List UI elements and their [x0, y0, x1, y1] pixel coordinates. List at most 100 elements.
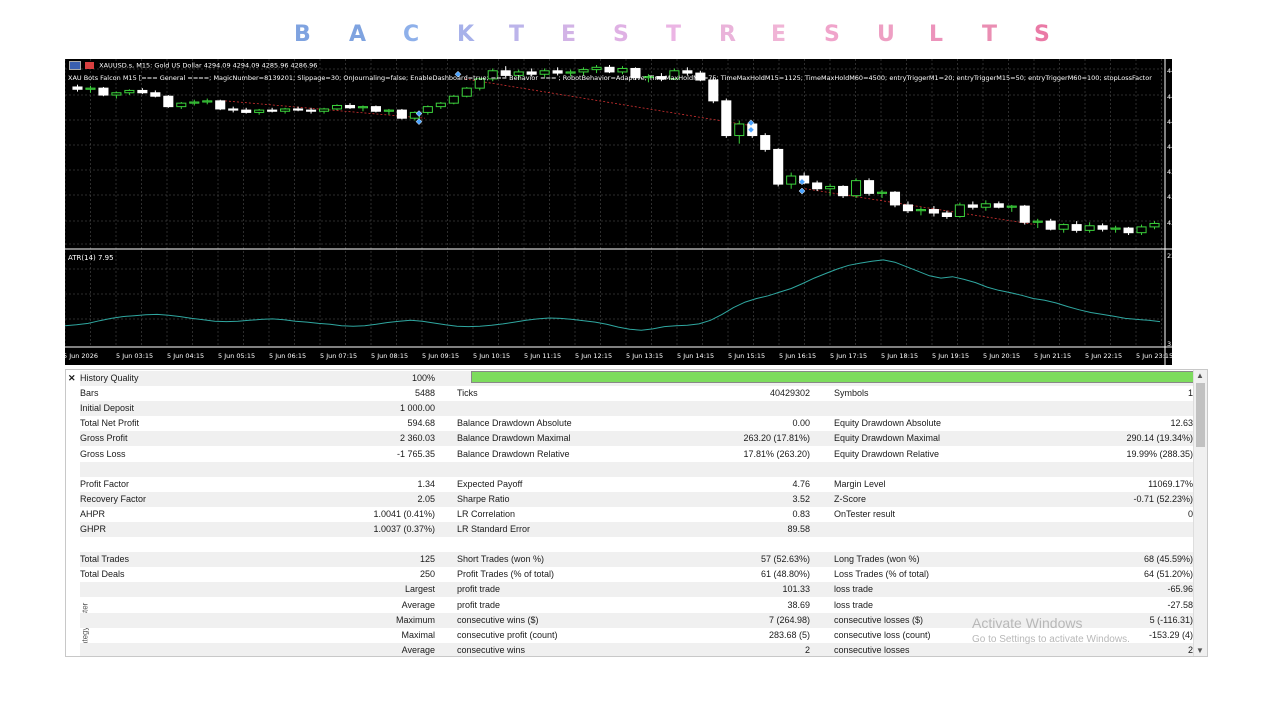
banner-letter: T	[509, 22, 525, 47]
metric-value: 2 360.03	[399, 433, 435, 444]
metric-label: profit trade	[457, 599, 501, 610]
candle-body	[902, 204, 914, 212]
close-icon[interactable]: ✕	[68, 373, 76, 384]
price-chart[interactable]: XAUUSD.s, M15: Gold US Dollar 4294.09 42…	[65, 59, 1172, 365]
banner-letter: S	[824, 22, 840, 47]
candle-body	[1006, 205, 1017, 208]
candle-body	[967, 204, 978, 208]
metric-label: Balance Drawdown Maximal	[457, 433, 571, 444]
candle-body	[786, 175, 797, 185]
price-tick-label: 4448.00	[1167, 93, 1172, 101]
metric-value: Average	[401, 599, 435, 610]
metric-label: profit trade	[457, 584, 501, 595]
candle-body	[1149, 222, 1160, 228]
candle-body	[306, 109, 317, 112]
metric-value: 1.0041 (0.41%)	[373, 508, 435, 519]
activate-windows-watermark: Activate Windows Go to Settings to activ…	[972, 615, 1130, 645]
candle-body	[591, 66, 602, 71]
metric-value: 283.68 (5)	[768, 629, 810, 640]
scroll-up-icon[interactable]: ▲	[1196, 371, 1204, 380]
candle-body	[825, 185, 836, 190]
metric-label: consecutive losses ($)	[834, 614, 924, 625]
candle-body	[682, 70, 693, 74]
chart-title: XAUUSD.s, M15: Gold US Dollar 4294.09 42…	[69, 61, 317, 70]
candle-body	[1084, 225, 1095, 231]
metric-label: Equity Drawdown Absolute	[834, 418, 942, 429]
metric-label: OnTester result	[834, 508, 896, 519]
time-tick-label: 5 Jun 05:15	[218, 352, 256, 360]
activate-windows-title: Activate Windows	[972, 615, 1083, 631]
candle-body	[98, 87, 109, 96]
price-tick-label: 4424.55	[1167, 118, 1172, 126]
metric-label: Short Trades (won %)	[457, 554, 545, 565]
candle-body	[928, 209, 939, 214]
scroll-down-icon[interactable]: ▼	[1196, 646, 1204, 655]
report-row	[80, 461, 1194, 477]
time-tick-label: 5 Jun 12:15	[575, 352, 613, 360]
banner-letter: E	[561, 22, 577, 47]
metric-label: Long Trades (won %)	[834, 554, 920, 565]
candle-body	[708, 79, 719, 102]
metric-label: loss trade	[834, 584, 874, 595]
metric-value: 2	[1187, 644, 1193, 655]
time-tick-label: 5 Jun 18:15	[881, 352, 919, 360]
backtest-report-panel: ✕ Strategy Tester History Quality 100% Bar…	[65, 369, 1208, 657]
metric-label: Balance Drawdown Absolute	[457, 418, 572, 429]
report-row: Total Deals 250 Profit Trades (% of total)…	[80, 567, 1194, 582]
time-tick-label: 5 Jun 08:15	[371, 352, 409, 360]
metric-value: 290.14 (19.34%)	[1126, 433, 1193, 444]
metric-value: 101.33	[782, 584, 810, 595]
candle-body	[773, 148, 784, 185]
candle-body	[1071, 224, 1082, 231]
banner-letter: L	[929, 22, 944, 47]
metric-value: 0.83	[792, 508, 810, 519]
banner-letter: T	[982, 22, 998, 47]
candle-body	[396, 109, 407, 119]
candle-body	[150, 92, 161, 97]
ea-parameters-text: XAU Bots Falcon M15 [=== General ====; M…	[68, 74, 1152, 82]
metric-value: -1 765.35	[396, 448, 435, 459]
metric-value: 64 (51.20%)	[1143, 569, 1193, 580]
chart-icon	[69, 61, 81, 70]
atr-line	[65, 259, 1161, 331]
candle-body	[163, 95, 174, 108]
banner-letter: U	[877, 22, 895, 47]
scroll-thumb[interactable]	[1196, 383, 1205, 447]
time-tick-label: 5 Jun 04:15	[167, 352, 205, 360]
candle-body	[254, 109, 265, 113]
candle-body	[721, 100, 732, 137]
banner-letter: B	[294, 22, 311, 47]
candle-body	[863, 180, 875, 194]
metric-label: Gross Loss	[80, 448, 126, 459]
time-tick-label: 5 Jun 2026	[65, 352, 98, 360]
metric-value: -0.71 (52.23%)	[1133, 493, 1193, 504]
time-tick-label: 5 Jun 11:15	[524, 352, 562, 360]
metric-value: 4.76	[792, 478, 810, 489]
candle-body	[1019, 205, 1030, 223]
price-tick-label: 4330.75	[1167, 219, 1172, 227]
metric-label: consecutive wins ($)	[457, 614, 539, 625]
metric-value: 89.58	[787, 524, 810, 534]
time-tick-label: 5 Jun 20:15	[983, 352, 1021, 360]
metric-value: 2	[804, 644, 810, 655]
metric-value: Maximum	[395, 614, 435, 625]
candle-body	[448, 95, 459, 104]
candle-body	[370, 106, 381, 112]
candle-body	[72, 86, 83, 90]
candle-body	[189, 101, 200, 104]
candle-body	[734, 123, 745, 137]
metric-value: 17.81% (263.20)	[743, 448, 810, 459]
candle-body	[85, 87, 96, 90]
metric-label: Recovery Factor	[80, 493, 147, 504]
time-tick-label: 5 Jun 21:15	[1034, 352, 1072, 360]
report-row: Bars 5488 Ticks 40429302 Symbols 1	[80, 386, 1194, 401]
metric-value: 1.34	[417, 478, 435, 489]
price-tick-label: 4401.10	[1167, 143, 1172, 151]
candle-body	[280, 108, 291, 112]
candle-body	[1032, 220, 1043, 223]
candle-body	[357, 106, 369, 109]
time-tick-label: 5 Jun 22:15	[1085, 352, 1123, 360]
banner-letter: S	[1034, 22, 1050, 47]
time-tick-label: 5 Jun 16:15	[779, 352, 817, 360]
report-scrollbar[interactable]: ▲ ▼	[1193, 370, 1207, 656]
